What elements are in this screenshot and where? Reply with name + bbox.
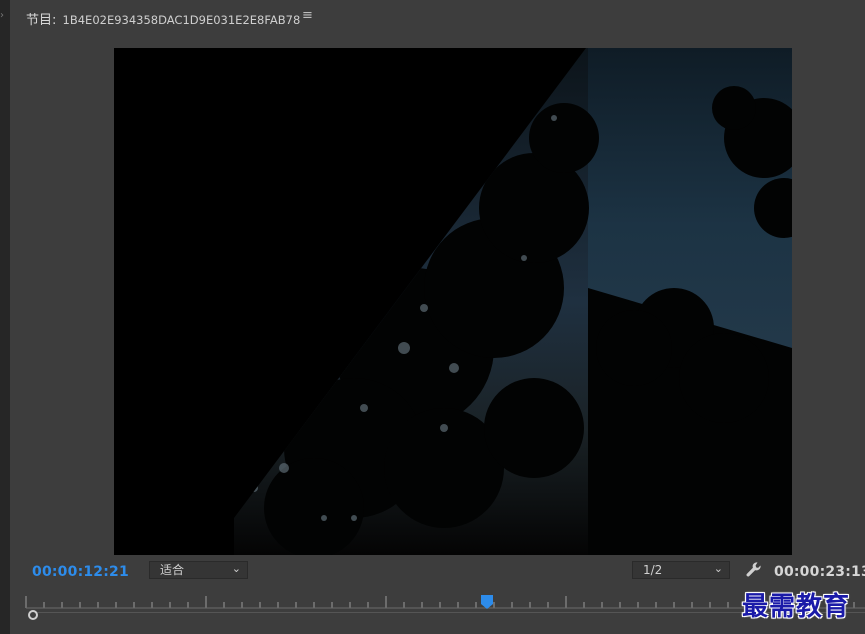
zoom-scroll-handle[interactable] xyxy=(28,610,38,620)
panel-edge-marker: › xyxy=(0,10,4,21)
zoom-level-dropdown[interactable]: 适合 ⌄ xyxy=(149,561,248,579)
time-ruler-ticks xyxy=(25,596,865,609)
left-panel-edge: › xyxy=(0,0,10,634)
program-video-frame[interactable] xyxy=(114,48,792,555)
hamburger-menu-icon[interactable]: ≡ xyxy=(302,8,313,23)
current-timecode[interactable]: 00:00:12:21 xyxy=(32,564,129,580)
playback-resolution-dropdown[interactable]: 1/2 ⌄ xyxy=(632,561,730,579)
sequence-name: 1B4E02E934358DAC1D9E031E2E8FAB78 xyxy=(62,13,301,27)
program-monitor-panel: 节目: 1B4E02E934358DAC1D9E031E2E8FAB78 ≡ 0… xyxy=(10,0,865,634)
playhead-marker[interactable] xyxy=(481,594,494,609)
chevron-down-icon: ⌄ xyxy=(231,562,241,575)
panel-title-label: 节目: xyxy=(26,13,57,28)
video-frame-image xyxy=(114,48,792,555)
wrench-icon[interactable] xyxy=(744,560,764,580)
time-ruler[interactable] xyxy=(10,590,865,634)
zoom-scroll-track xyxy=(30,612,865,613)
duration-timecode: 00:00:23:13 xyxy=(774,564,865,580)
monitor-controls: 00:00:12:21 适合 ⌄ 1/2 ⌄ 00:00:23:13 xyxy=(10,558,865,586)
chevron-down-icon: ⌄ xyxy=(713,562,723,575)
panel-title[interactable]: 节目: 1B4E02E934358DAC1D9E031E2E8FAB78 xyxy=(26,9,300,28)
playback-resolution-value: 1/2 xyxy=(643,563,663,577)
zoom-level-value: 适合 xyxy=(160,563,185,577)
panel-header: 节目: 1B4E02E934358DAC1D9E031E2E8FAB78 ≡ xyxy=(10,0,865,34)
watermark-logo: 最需教育 xyxy=(742,592,851,622)
